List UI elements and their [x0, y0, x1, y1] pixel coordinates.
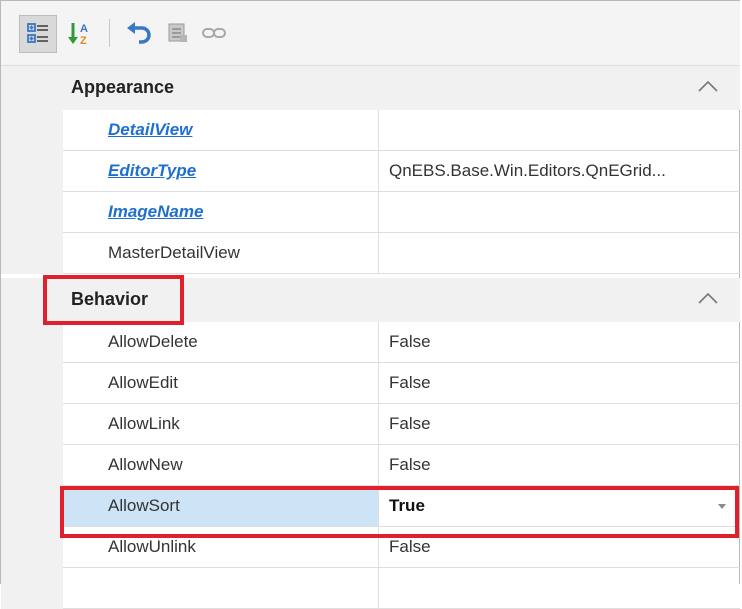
categorized-view-button[interactable]: [19, 15, 57, 53]
property-value[interactable]: False: [379, 363, 740, 404]
property-row-allownew[interactable]: AllowNew False: [1, 445, 740, 486]
property-value[interactable]: [379, 233, 740, 274]
property-grid-toolbar: A Z: [1, 1, 740, 66]
link-button[interactable]: [199, 18, 229, 48]
property-name[interactable]: AllowEdit: [63, 363, 379, 404]
categorized-view-icon: [27, 23, 48, 43]
property-value[interactable]: False: [379, 404, 740, 445]
property-name[interactable]: AllowNew: [63, 445, 379, 486]
category-appearance[interactable]: Appearance: [1, 66, 740, 110]
property-name[interactable]: AllowLink: [63, 404, 379, 445]
property-row-allowdelete[interactable]: AllowDelete False: [1, 322, 740, 363]
property-pages-icon: [168, 23, 187, 42]
property-name[interactable]: MasterDetailView: [63, 233, 379, 274]
property-pages-button[interactable]: [163, 18, 193, 48]
property-value[interactable]: [379, 110, 740, 151]
property-grid: A Z Appearance DetailView EditorType QnE…: [0, 0, 740, 609]
undo-icon: [127, 22, 151, 44]
property-value[interactable]: QnEBS.Base.Win.Editors.QnEGrid...: [379, 151, 740, 192]
highlight-allowsort: [60, 486, 739, 538]
highlight-behavior: [43, 275, 184, 325]
property-row-imagename[interactable]: ImageName: [1, 192, 740, 233]
property-row-masterdetailview[interactable]: MasterDetailView: [1, 233, 740, 274]
property-row-partial: [1, 568, 740, 609]
chevron-up-icon[interactable]: [698, 80, 718, 92]
property-name[interactable]: ImageName: [63, 192, 379, 233]
property-name[interactable]: DetailView: [63, 110, 379, 151]
property-name[interactable]: AllowDelete: [63, 322, 379, 363]
property-value[interactable]: False: [379, 445, 740, 486]
property-row-detailview[interactable]: DetailView: [1, 110, 740, 151]
chevron-up-icon[interactable]: [698, 292, 718, 304]
undo-button[interactable]: [125, 18, 155, 48]
property-value[interactable]: False: [379, 322, 740, 363]
property-row-editortype[interactable]: EditorType QnEBS.Base.Win.Editors.QnEGri…: [1, 151, 740, 192]
svg-text:A: A: [80, 23, 88, 35]
toolbar-separator: [109, 19, 110, 47]
property-value[interactable]: [379, 192, 740, 233]
svg-text:Z: Z: [80, 35, 87, 46]
property-row-allowlink[interactable]: AllowLink False: [1, 404, 740, 445]
link-icon: [202, 28, 226, 38]
property-name[interactable]: EditorType: [63, 151, 379, 192]
category-label: Appearance: [71, 77, 175, 97]
property-row-allowedit[interactable]: AllowEdit False: [1, 363, 740, 404]
alphabetical-sort-button[interactable]: A Z: [65, 18, 95, 48]
alphabetical-sort-icon: A Z: [68, 23, 88, 46]
